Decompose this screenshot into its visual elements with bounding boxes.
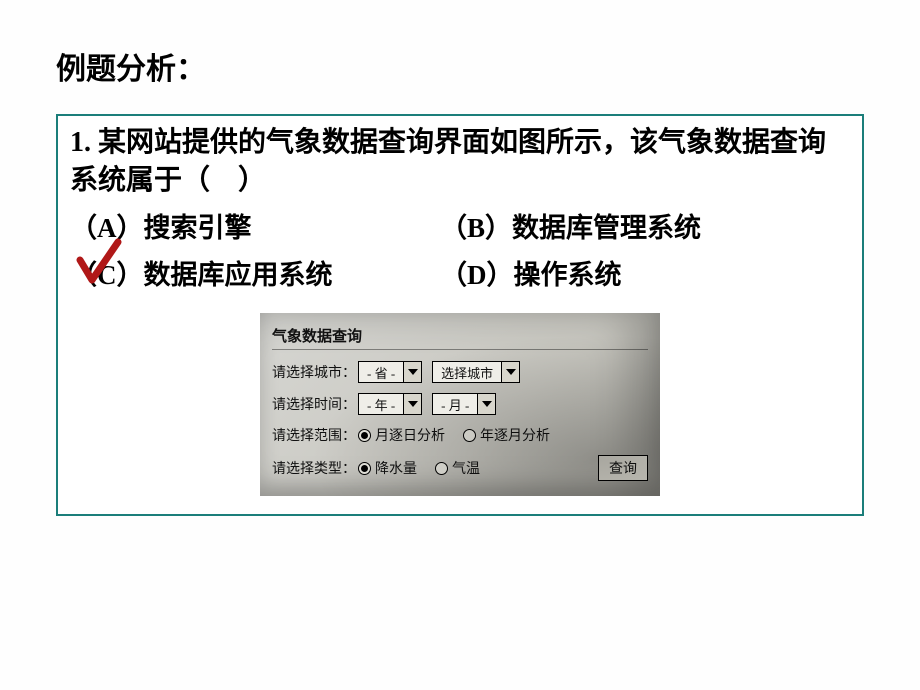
- chevron-down-icon: [403, 362, 421, 382]
- label-scope: 请选择范围：: [272, 425, 358, 445]
- question-box: 1. 某网站提供的气象数据查询界面如图所示，该气象数据查询系统属于（ ） （A）…: [56, 114, 864, 516]
- option-D: （D）操作系统: [440, 255, 850, 297]
- radio-type-temp[interactable]: 气温: [435, 458, 480, 478]
- section-title: 例题分析：: [56, 44, 864, 88]
- radio-group-type: 降水量 气温: [358, 458, 480, 478]
- options-row-1: （A）搜索引擎 （B）数据库管理系统: [64, 208, 856, 250]
- radio-dot-icon: [358, 462, 371, 475]
- select-month-value: - 月 -: [433, 395, 477, 414]
- radio-scope-monthly-label: 年逐月分析: [480, 425, 550, 445]
- radio-scope-monthly[interactable]: 年逐月分析: [463, 425, 550, 445]
- select-year-value: - 年 -: [359, 395, 403, 414]
- row-city: 请选择城市： - 省 - 选择城市: [272, 356, 648, 388]
- options-row-2: （C）数据库应用系统 （D）操作系统: [64, 255, 856, 297]
- select-province-value: - 省 -: [359, 363, 403, 382]
- row-type: 请选择类型： 降水量 气温 查询: [272, 450, 648, 486]
- slide: 例题分析： 1. 某网站提供的气象数据查询界面如图所示，该气象数据查询系统属于（…: [0, 0, 920, 690]
- option-A: （A）搜索引擎: [70, 208, 440, 250]
- panel-title: 气象数据查询: [272, 325, 648, 350]
- select-city-value: 选择城市: [433, 363, 501, 382]
- radio-group-scope: 月逐日分析 年逐月分析: [358, 425, 550, 445]
- radio-scope-daily-label: 月逐日分析: [375, 425, 445, 445]
- select-month[interactable]: - 月 -: [432, 393, 496, 415]
- option-C: （C）数据库应用系统: [70, 255, 440, 297]
- query-button[interactable]: 查询: [598, 455, 648, 481]
- chevron-down-icon: [403, 394, 421, 414]
- label-type: 请选择类型：: [272, 458, 358, 478]
- radio-type-temp-label: 气温: [452, 458, 480, 478]
- label-city: 请选择城市：: [272, 362, 358, 382]
- chevron-down-icon: [477, 394, 495, 414]
- radio-type-precip-label: 降水量: [375, 458, 417, 478]
- radio-type-precip[interactable]: 降水量: [358, 458, 417, 478]
- select-year[interactable]: - 年 -: [358, 393, 422, 415]
- label-time: 请选择时间：: [272, 394, 358, 414]
- radio-dot-icon: [463, 429, 476, 442]
- radio-dot-icon: [435, 462, 448, 475]
- row-scope: 请选择范围： 月逐日分析 年逐月分析: [272, 420, 648, 450]
- option-B: （B）数据库管理系统: [440, 208, 850, 250]
- select-city[interactable]: 选择城市: [432, 361, 520, 383]
- select-province[interactable]: - 省 -: [358, 361, 422, 383]
- radio-dot-icon: [358, 429, 371, 442]
- chevron-down-icon: [501, 362, 519, 382]
- embedded-query-panel: 气象数据查询 请选择城市： - 省 - 选择城市 请选择时间： - 年 -: [260, 313, 660, 496]
- question-stem: 1. 某网站提供的气象数据查询界面如图所示，该气象数据查询系统属于（ ）: [64, 124, 856, 200]
- row-time: 请选择时间： - 年 - - 月 -: [272, 388, 648, 420]
- radio-scope-daily[interactable]: 月逐日分析: [358, 425, 445, 445]
